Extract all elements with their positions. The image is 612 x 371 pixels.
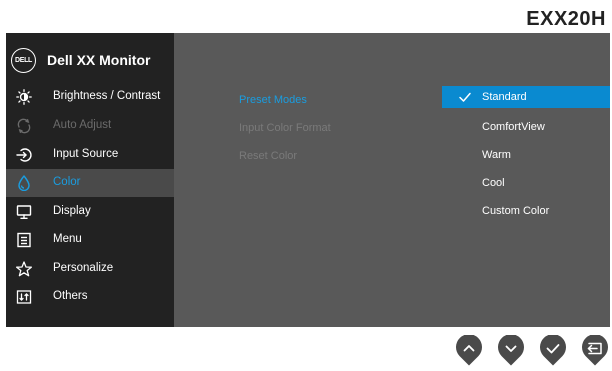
option-custom-color[interactable]: Custom Color bbox=[442, 200, 610, 222]
osd-menu: DELL Dell XX Monitor Brightness / Contra… bbox=[6, 33, 610, 327]
option-label: ComfortView bbox=[482, 121, 545, 133]
option-standard[interactable]: Standard bbox=[442, 86, 610, 108]
others-icon bbox=[16, 290, 32, 304]
option-label: Custom Color bbox=[482, 205, 550, 217]
option-label: Standard bbox=[482, 91, 527, 103]
option-cool[interactable]: Cool bbox=[442, 172, 610, 194]
option-comfortview[interactable]: ComfortView bbox=[442, 116, 610, 138]
ok-button[interactable] bbox=[539, 335, 567, 366]
submenu-reset-color: Reset Color bbox=[239, 150, 298, 162]
up-button[interactable] bbox=[455, 335, 483, 366]
option-label: Cool bbox=[482, 177, 505, 189]
dell-logo: DELL bbox=[11, 48, 36, 73]
sidebar: DELL Dell XX Monitor Brightness / Contra… bbox=[6, 33, 174, 327]
sidebar-item-label: Others bbox=[53, 290, 88, 302]
sidebar-item-label: Color bbox=[53, 176, 81, 188]
monitor-title: Dell XX Monitor bbox=[47, 52, 151, 68]
sidebar-item-others[interactable]: Others bbox=[6, 283, 174, 311]
brightness-icon bbox=[16, 89, 32, 105]
sidebar-item-color[interactable]: Color bbox=[6, 169, 174, 197]
submenu-preset-modes[interactable]: Preset Modes bbox=[239, 94, 307, 106]
down-button[interactable] bbox=[497, 335, 525, 366]
model-name: EXX20H bbox=[526, 8, 606, 30]
color-icon bbox=[18, 175, 30, 191]
check-icon bbox=[459, 92, 471, 102]
star-icon bbox=[16, 261, 32, 277]
sidebar-item-label: Brightness / Contrast bbox=[53, 90, 161, 102]
brand-header: DELL Dell XX Monitor bbox=[6, 45, 174, 75]
menu-icon bbox=[17, 232, 31, 248]
sidebar-item-menu[interactable]: Menu bbox=[6, 226, 174, 254]
sidebar-item-display[interactable]: Display bbox=[6, 198, 174, 226]
input-source-icon bbox=[16, 148, 32, 162]
sidebar-item-label: Menu bbox=[53, 233, 82, 245]
option-label: Warm bbox=[482, 149, 511, 161]
auto-adjust-icon bbox=[17, 118, 31, 134]
sidebar-item-personalize[interactable]: Personalize bbox=[6, 255, 174, 283]
submenu-input-color-format: Input Color Format bbox=[239, 122, 331, 134]
sidebar-item-label: Display bbox=[53, 205, 91, 217]
navigation-buttons bbox=[0, 335, 612, 369]
display-icon bbox=[16, 205, 32, 220]
sidebar-item-brightness-contrast[interactable]: Brightness / Contrast bbox=[6, 83, 174, 111]
sidebar-item-label: Personalize bbox=[53, 262, 114, 274]
sidebar-item-label: Auto Adjust bbox=[53, 119, 112, 131]
sidebar-item-label: Input Source bbox=[53, 148, 119, 160]
sidebar-item-input-source[interactable]: Input Source bbox=[6, 141, 174, 169]
sidebar-item-auto-adjust: Auto Adjust bbox=[6, 112, 174, 140]
back-button[interactable] bbox=[581, 335, 609, 366]
option-warm[interactable]: Warm bbox=[442, 144, 610, 166]
